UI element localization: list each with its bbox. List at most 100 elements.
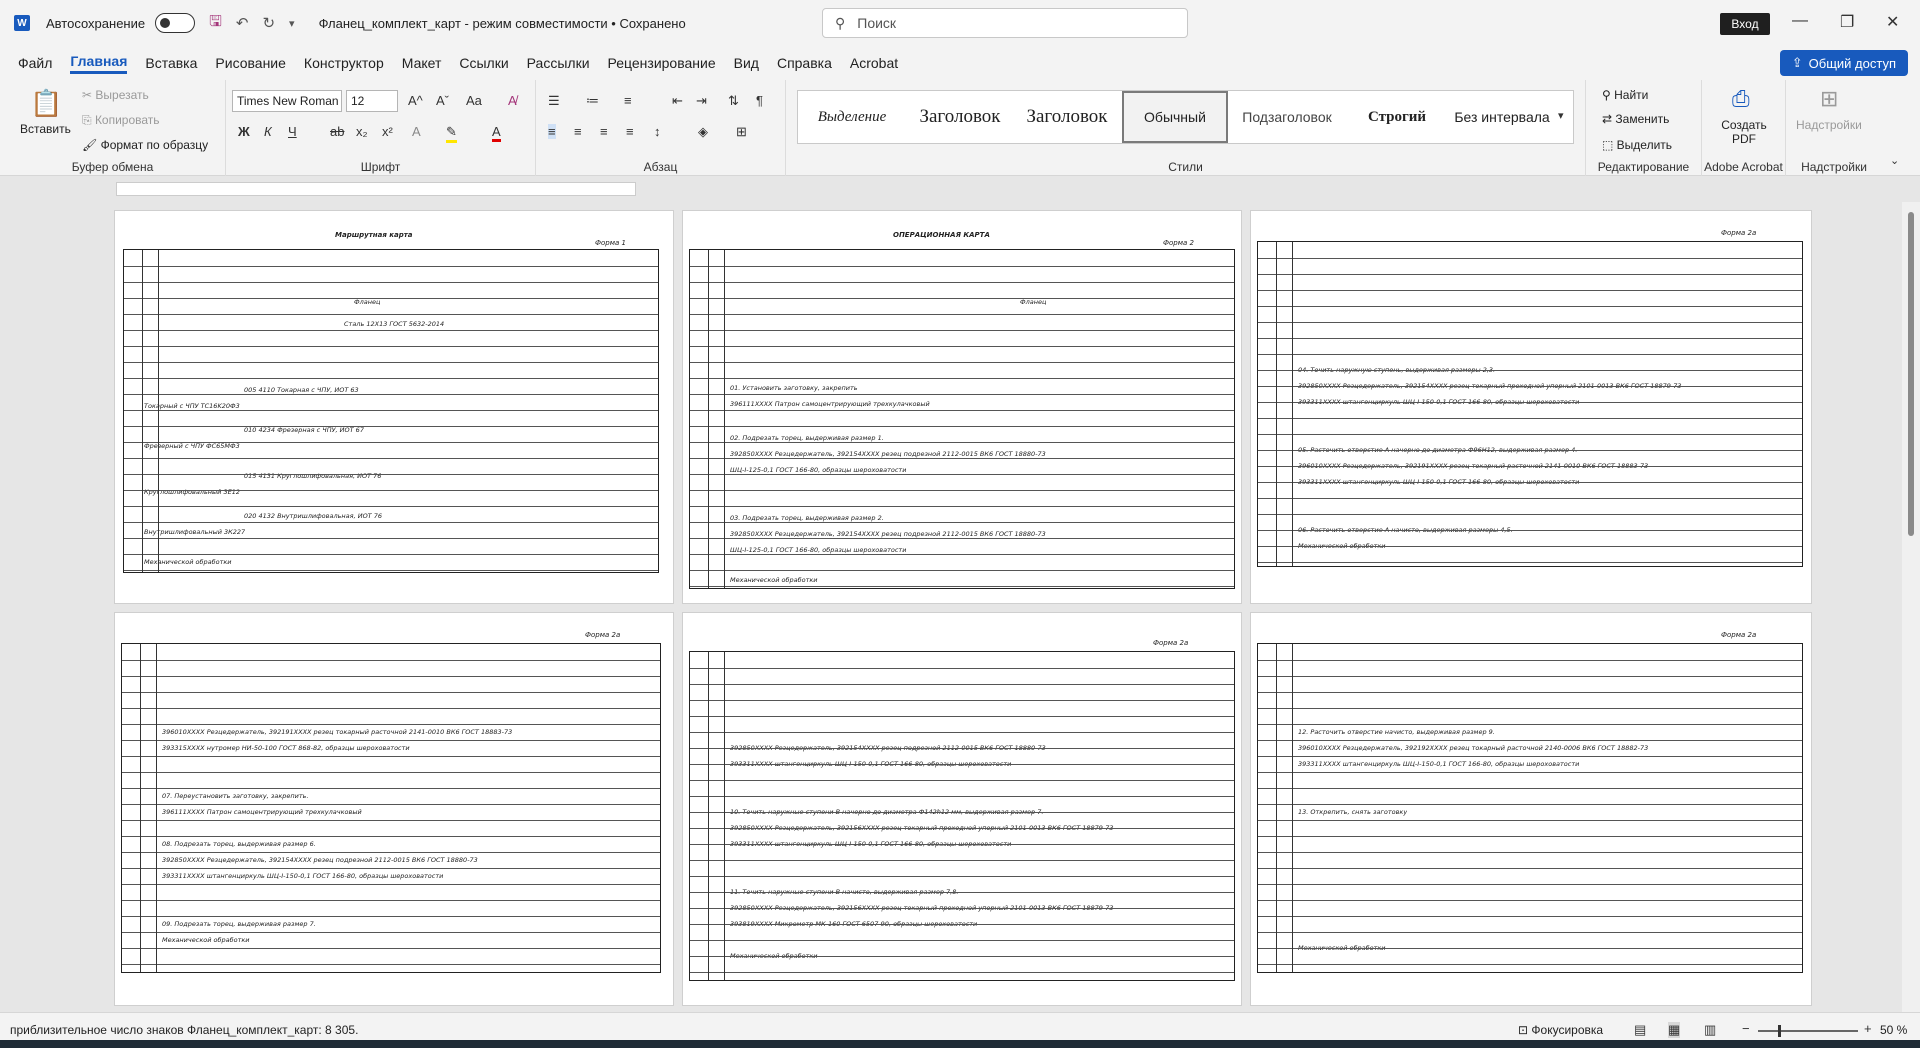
table-gridline <box>1258 322 1802 323</box>
paste-icon[interactable]: 📋 <box>30 88 62 119</box>
format-painter-button[interactable]: 🖌 Формат по образцу <box>82 138 208 152</box>
table-gridline <box>690 908 1234 909</box>
restore-icon[interactable]: ❐ <box>1840 12 1854 32</box>
scrollbar-thumb[interactable] <box>1908 212 1914 536</box>
print-layout-icon[interactable]: ▦ <box>1668 1022 1681 1038</box>
align-center-icon[interactable]: ≡ <box>574 124 582 139</box>
tab-file[interactable]: Файл <box>18 55 52 71</box>
strikethrough-icon[interactable]: ab <box>330 124 344 139</box>
web-layout-icon[interactable]: ▥ <box>1704 1022 1716 1038</box>
tab-draw[interactable]: Рисование <box>215 55 286 71</box>
tab-layout[interactable]: Макет <box>402 55 442 71</box>
pdf-icon[interactable]: ⎙ <box>1732 86 1750 112</box>
style-strong[interactable]: Строгий <box>1344 91 1450 143</box>
subscript-icon[interactable]: x₂ <box>356 124 368 139</box>
addins-icon[interactable]: ⊞ <box>1820 86 1838 112</box>
tab-mailings[interactable]: Рассылки <box>527 55 590 71</box>
table-gridline <box>158 250 159 572</box>
login-button[interactable]: Вход <box>1720 13 1770 35</box>
zoom-in-icon[interactable]: + <box>1864 1021 1872 1036</box>
copy-button[interactable]: ⎘ Копировать <box>82 113 160 128</box>
save-icon[interactable]: 🖫 <box>209 11 222 36</box>
document-workspace[interactable]: Маршрутная карта Форма 1 Фланец Сталь 12… <box>18 202 1902 1012</box>
paste-button[interactable]: Вставить <box>20 122 71 136</box>
tab-help[interactable]: Справка <box>777 55 832 71</box>
page-form-2a-4: Форма 2а 12. Расточить отверстие начисто… <box>1250 612 1812 1006</box>
table-gridline <box>690 700 1234 701</box>
align-left-icon[interactable]: ≡ <box>548 124 556 139</box>
shrink-font-icon[interactable]: Aˇ <box>436 93 449 108</box>
style-emphasis[interactable]: Выделение <box>798 91 906 143</box>
tab-design[interactable]: Конструктор <box>304 55 384 71</box>
table-gridline <box>1258 562 1802 563</box>
read-mode-icon[interactable]: ▤ <box>1634 1022 1646 1038</box>
zoom-slider[interactable] <box>1758 1030 1858 1032</box>
table-gridline <box>122 964 660 965</box>
underline-icon[interactable]: Ч <box>288 124 297 139</box>
select-button[interactable]: ⬚ Выделить <box>1602 138 1672 152</box>
style-subtitle[interactable]: Подзаголовок <box>1230 91 1344 143</box>
line-spacing-icon[interactable]: ↕ <box>654 124 661 139</box>
create-pdf-button[interactable]: Создать PDF <box>1708 118 1780 146</box>
close-icon[interactable]: ✕ <box>1886 12 1899 32</box>
addins-button[interactable]: Надстройки <box>1796 118 1862 132</box>
tab-view[interactable]: Вид <box>734 55 759 71</box>
minimize-icon[interactable]: — <box>1792 12 1808 30</box>
styles-more-icon[interactable]: ▾ <box>1558 109 1564 122</box>
route-row: 020 4132 Внутришлифовальная, ИОТ 76 <box>244 512 382 520</box>
multilevel-icon[interactable]: ≡ <box>624 93 632 108</box>
font-color-icon[interactable]: A <box>492 124 501 142</box>
numbering-icon[interactable]: ≔ <box>586 93 599 109</box>
decrease-indent-icon[interactable]: ⇤ <box>672 93 683 109</box>
autosave-toggle[interactable] <box>155 13 196 33</box>
find-button[interactable]: ⚲ Найти <box>1602 88 1648 102</box>
font-name-select[interactable]: Times New Roman <box>232 90 342 112</box>
customize-toolbar-icon[interactable]: ▾ <box>289 17 295 30</box>
font-size-select[interactable]: 12 <box>346 90 398 112</box>
ruler-band[interactable] <box>116 182 636 196</box>
justify-icon[interactable]: ≡ <box>626 124 634 139</box>
show-marks-icon[interactable]: ¶ <box>756 93 763 108</box>
search-input[interactable]: ⚲ Поиск <box>822 8 1188 38</box>
italic-icon[interactable]: К <box>264 124 272 139</box>
tab-home[interactable]: Главная <box>70 53 128 74</box>
zoom-level[interactable]: 50 % <box>1880 1023 1907 1037</box>
operation-row: 392850XXXX Резцедержатель, 392154XXXX ре… <box>730 450 1046 458</box>
align-right-icon[interactable]: ≡ <box>600 124 608 139</box>
replace-button[interactable]: ⇄ Заменить <box>1602 112 1669 126</box>
style-heading-2[interactable]: Заголовок <box>1014 91 1120 143</box>
highlight-icon[interactable]: ✎ <box>446 124 457 143</box>
style-normal[interactable]: Обычный <box>1122 91 1228 143</box>
undo-icon[interactable]: ↶ <box>236 14 249 32</box>
bold-icon[interactable]: Ж <box>238 124 250 139</box>
word-count[interactable]: приблизительное число знаков Фланец_комп… <box>10 1023 358 1037</box>
document-title[interactable]: Фланец_комплект_карт - режим совместимос… <box>319 16 686 31</box>
cut-button[interactable]: ✂ Вырезать <box>82 88 149 102</box>
style-no-spacing[interactable]: Без интервала <box>1450 91 1554 143</box>
superscript-icon[interactable]: x² <box>382 124 393 139</box>
share-button[interactable]: ⇪ Общий доступ <box>1779 50 1908 76</box>
vertical-scrollbar[interactable] <box>1902 202 1920 1012</box>
increase-indent-icon[interactable]: ⇥ <box>696 93 707 109</box>
sort-icon[interactable]: ⇅ <box>728 93 739 109</box>
collapse-ribbon-icon[interactable]: ⌄ <box>1890 154 1899 167</box>
shading-icon[interactable]: ◈ <box>698 124 708 140</box>
zoom-slider-knob[interactable] <box>1778 1025 1781 1037</box>
focus-button[interactable]: ⊡ Фокусировка <box>1518 1023 1603 1037</box>
redo-icon[interactable]: ↻ <box>262 14 275 32</box>
bullets-icon[interactable]: ☰ <box>548 93 560 109</box>
table-gridline <box>122 868 660 869</box>
clear-format-icon[interactable]: A̸ <box>508 93 517 108</box>
borders-icon[interactable]: ⊞ <box>736 124 747 140</box>
zoom-out-icon[interactable]: − <box>1742 1021 1750 1036</box>
tab-acrobat[interactable]: Acrobat <box>850 55 898 71</box>
table-gridline <box>1258 434 1802 435</box>
table-gridline <box>690 780 1234 781</box>
tab-references[interactable]: Ссылки <box>459 55 508 71</box>
tab-insert[interactable]: Вставка <box>145 55 197 71</box>
style-heading-1[interactable]: Заголовок <box>906 91 1014 143</box>
text-effects-icon[interactable]: A <box>412 124 421 139</box>
tab-review[interactable]: Рецензирование <box>608 55 716 71</box>
grow-font-icon[interactable]: A^ <box>408 93 423 108</box>
change-case-icon[interactable]: Aa <box>466 93 482 108</box>
